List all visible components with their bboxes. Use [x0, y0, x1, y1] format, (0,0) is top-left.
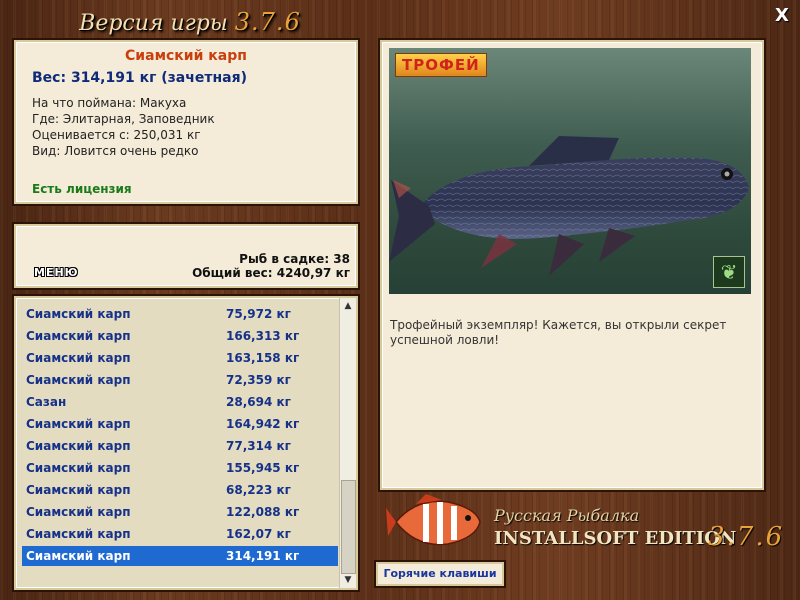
- row-fish-name: Сиамский карп: [26, 351, 131, 365]
- row-fish-weight: 28,694 кг: [226, 395, 291, 409]
- threshold-line: Оценивается с: 250,031 кг: [32, 128, 201, 142]
- fish-photo: ТРОФЕЙ ❦: [389, 48, 751, 294]
- row-fish-weight: 72,359 кг: [226, 373, 291, 387]
- butterfly-icon[interactable]: ❦: [713, 256, 745, 288]
- scroll-thumb[interactable]: [341, 480, 356, 574]
- scroll-down-icon[interactable]: ▼: [340, 572, 356, 588]
- row-fish-name: Сиамский карп: [26, 417, 131, 431]
- hotkeys-button[interactable]: Горячие клавиши: [376, 562, 504, 586]
- row-fish-name: Сиамский карп: [26, 373, 131, 387]
- bait-line: На что поймана: Макуха: [32, 96, 187, 110]
- row-fish-name: Сиамский карп: [26, 461, 131, 475]
- row-fish-name: Сиамский карп: [26, 549, 131, 563]
- title-prefix: Версия игры: [79, 11, 228, 36]
- fish-illustration: [389, 136, 749, 276]
- row-fish-name: Сиамский карп: [26, 505, 131, 519]
- row-fish-name: Сиамский карп: [26, 439, 131, 453]
- close-button[interactable]: X: [772, 6, 792, 26]
- row-fish-weight: 155,945 кг: [226, 461, 300, 475]
- row-fish-weight: 68,223 кг: [226, 483, 291, 497]
- logo-subtitle: Русская Рыбалка: [494, 506, 640, 525]
- list-scrollbar[interactable]: ▲ ▼: [339, 298, 356, 588]
- table-row[interactable]: Сиамский карп 68,223 кг: [22, 480, 338, 500]
- menu-button[interactable]: МЕНЮ: [34, 266, 79, 279]
- place-line: Где: Элитарная, Заповедник: [32, 112, 215, 126]
- table-row[interactable]: Сиамский карп 162,07 кг: [22, 524, 338, 544]
- table-row[interactable]: Сиамский карп 122,088 кг: [22, 502, 338, 522]
- table-row[interactable]: Сиамский карп 72,359 кг: [22, 370, 338, 390]
- row-fish-name: Сиамский карп: [26, 307, 131, 321]
- catch-info-panel: Сиамский карп Вес: 314,191 кг (зачетная)…: [14, 40, 358, 204]
- window-title: Версия игры 3.7.6: [0, 8, 380, 36]
- total-weight: Общий вес: 4240,97 кг: [192, 266, 350, 280]
- trophy-photo-panel: ТРОФЕЙ ❦ Трофейный экземпляр! Кажется, в…: [380, 40, 764, 490]
- logo-edition: INSTALLSOFT EDITION: [494, 528, 737, 549]
- row-fish-name: Сазан: [26, 395, 67, 409]
- fish-count: Рыб в садке: 38: [239, 252, 350, 266]
- row-fish-weight: 75,972 кг: [226, 307, 291, 321]
- title-version: 3.7.6: [234, 8, 301, 36]
- row-fish-weight: 164,942 кг: [226, 417, 300, 431]
- table-row[interactable]: Сазан 28,694 кг: [22, 392, 338, 412]
- row-fish-weight: 77,314 кг: [226, 439, 291, 453]
- row-fish-weight: 163,158 кг: [226, 351, 300, 365]
- row-fish-name: Сиамский карп: [26, 527, 131, 541]
- row-fish-name: Сиамский карп: [26, 483, 131, 497]
- row-fish-name: Сиамский карп: [26, 329, 131, 343]
- catch-list: Сиамский карп 75,972 кг Сиамский карп 166,3…: [14, 296, 358, 590]
- trophy-description: Трофейный экземпляр! Кажется, вы открыли…: [390, 318, 727, 347]
- table-row[interactable]: Сиамский карп 163,158 кг: [22, 348, 338, 368]
- row-fish-weight: 162,07 кг: [226, 527, 291, 541]
- table-row[interactable]: Сиамский карп 164,942 кг: [22, 414, 338, 434]
- row-fish-weight: 166,313 кг: [226, 329, 300, 343]
- row-fish-weight: 122,088 кг: [226, 505, 300, 519]
- logo-version: 3.7.6: [708, 522, 785, 552]
- scroll-up-icon[interactable]: ▲: [340, 298, 356, 314]
- license-status: Есть лицензия: [32, 182, 132, 196]
- table-row[interactable]: Сиамский карп 166,313 кг: [22, 326, 338, 346]
- table-row[interactable]: Сиамский карп 77,314 кг: [22, 436, 338, 456]
- row-fish-weight: 314,191 кг: [226, 549, 300, 563]
- table-row[interactable]: Сиамский карп 314,191 кг: [22, 546, 338, 566]
- table-row[interactable]: Сиамский карп 155,945 кг: [22, 458, 338, 478]
- trophy-badge: ТРОФЕЙ: [395, 53, 487, 77]
- fish-weight: Вес: 314,191 кг (зачетная): [32, 70, 247, 86]
- logo-fish-icon: [386, 494, 481, 546]
- rarity-line: Вид: Ловится очень редко: [32, 144, 199, 158]
- fish-name: Сиамский карп: [125, 48, 247, 64]
- table-row[interactable]: Сиамский карп 75,972 кг: [22, 304, 338, 324]
